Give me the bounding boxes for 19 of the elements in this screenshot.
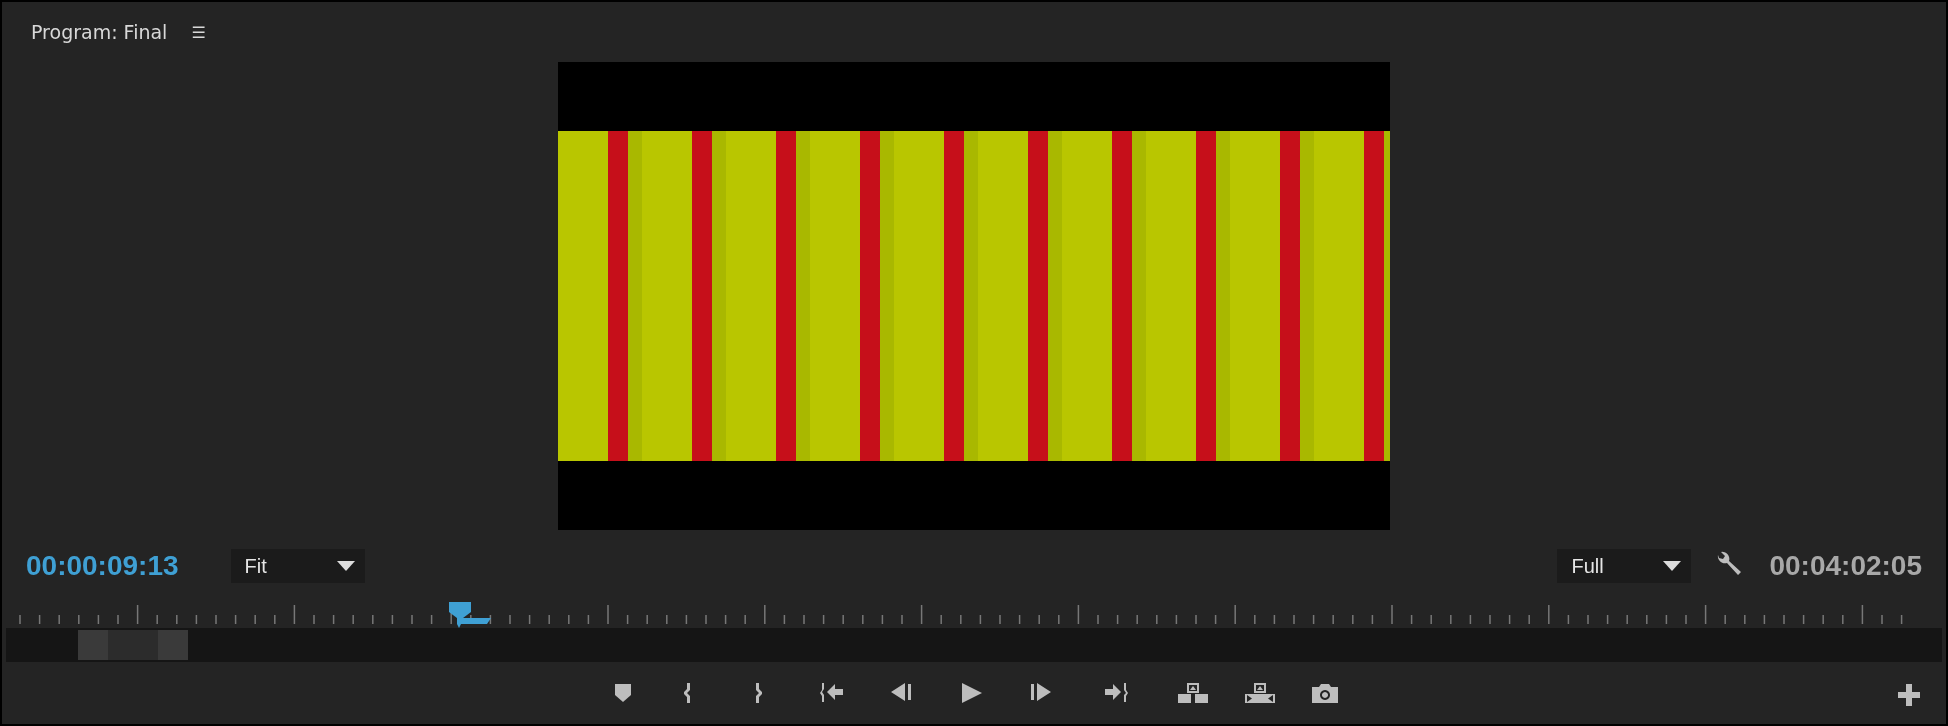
panel-menu-button[interactable]: ☰	[191, 22, 206, 42]
current-timecode[interactable]: 00:00:09:13	[26, 550, 179, 582]
extract-icon	[1245, 682, 1275, 704]
left-brace-icon	[683, 682, 691, 704]
right-brace-icon	[755, 682, 763, 704]
marker-icon	[615, 683, 631, 703]
caret-icon	[1663, 561, 1682, 571]
zoom-handle-drawing[interactable]	[78, 630, 188, 660]
playhead-icon[interactable]	[448, 602, 491, 628]
resolution-dropdown[interactable]: Full	[1557, 549, 1692, 583]
plus-icon	[1898, 684, 1920, 706]
panel-title: Program: Final	[31, 21, 168, 43]
zoom-scroll-bar[interactable]	[6, 628, 1942, 662]
zoom-dropdown[interactable]: Fit	[230, 549, 365, 583]
duration-timecode: 00:04:02:05	[1769, 550, 1922, 582]
caret-icon	[336, 561, 355, 571]
add-button[interactable]	[1898, 684, 1920, 706]
lift-icon	[1178, 682, 1208, 704]
camera-icon	[1311, 682, 1341, 704]
